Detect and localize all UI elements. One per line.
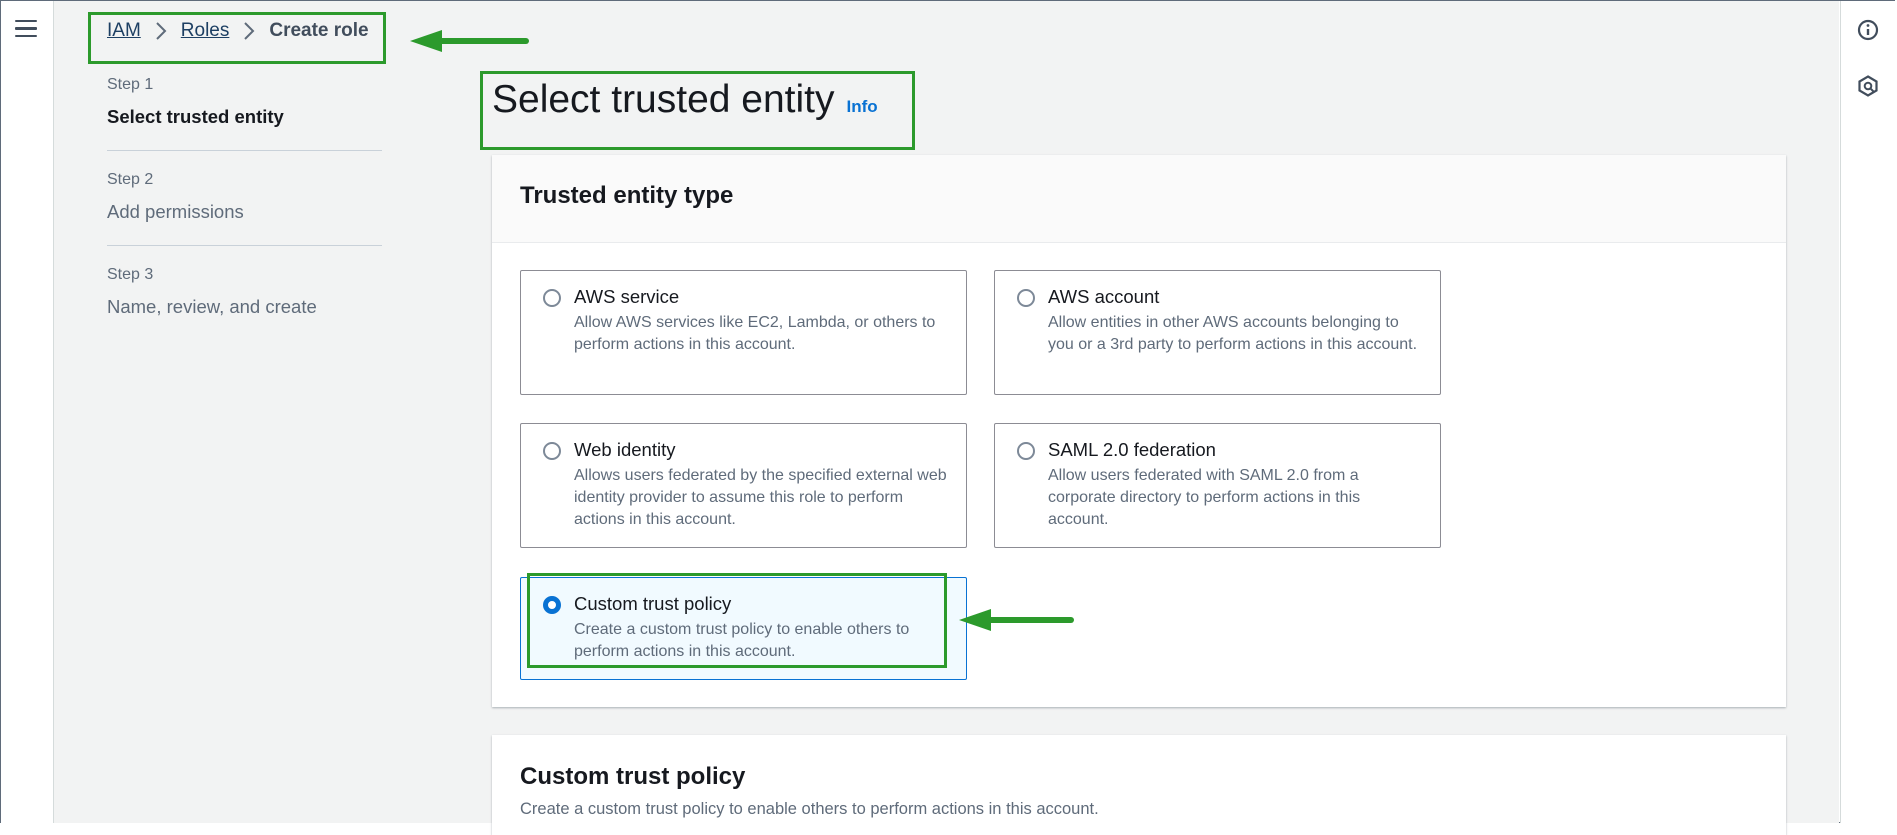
- step-number: Step 1: [107, 76, 154, 93]
- option-web-identity[interactable]: Web identity Allows users federated by t…: [520, 423, 967, 548]
- option-description: Allow AWS services like EC2, Lambda, or …: [574, 314, 936, 353]
- step-title: Add permissions: [107, 201, 244, 222]
- wizard-step-2[interactable]: Step 2 Add permissions: [107, 171, 382, 246]
- radio-button[interactable]: [543, 442, 561, 460]
- option-title: AWS service: [574, 286, 680, 307]
- option-description: Allow users federated with SAML 2.0 from…: [1048, 467, 1361, 528]
- radio-button[interactable]: [1017, 442, 1035, 460]
- panel-description: Create a custom trust policy to enable o…: [520, 800, 1099, 818]
- option-title: AWS account: [1048, 286, 1160, 307]
- info-circle-icon[interactable]: [1857, 19, 1879, 41]
- hamburger-menu-icon[interactable]: [15, 20, 37, 38]
- annotation-highlight-title: [480, 71, 915, 150]
- left-nav-rail: [1, 1, 54, 823]
- step-number: Step 3: [107, 266, 154, 283]
- option-title: SAML 2.0 federation: [1048, 439, 1216, 460]
- step-title: Select trusted entity: [107, 106, 284, 127]
- step-number: Step 2: [107, 171, 154, 188]
- option-description: Allows users federated by the specified …: [574, 467, 947, 528]
- wizard-step-3[interactable]: Step 3 Name, review, and create: [107, 266, 382, 340]
- help-panel-icon[interactable]: [1857, 75, 1879, 97]
- annotation-highlight-breadcrumb: [88, 12, 386, 64]
- annotation-arrow-icon: [410, 30, 529, 52]
- option-title: Web identity: [574, 439, 676, 460]
- custom-trust-policy-panel: Custom trust policy Create a custom trus…: [492, 735, 1786, 835]
- radio-button[interactable]: [543, 289, 561, 307]
- annotation-highlight-custom-option: [527, 573, 947, 668]
- step-title: Name, review, and create: [107, 296, 317, 317]
- right-utility-rail: [1840, 1, 1895, 823]
- option-saml-federation[interactable]: SAML 2.0 federation Allow users federate…: [994, 423, 1441, 548]
- radio-button[interactable]: [1017, 289, 1035, 307]
- panel-title: Custom trust policy: [520, 763, 746, 790]
- wizard-steps: Step 1 Select trusted entity Step 2 Add …: [107, 76, 382, 360]
- option-description: Allow entities in other AWS accounts bel…: [1048, 314, 1418, 353]
- annotation-arrow-icon: [959, 609, 1074, 631]
- option-aws-service[interactable]: AWS service Allow AWS services like EC2,…: [520, 270, 967, 395]
- option-aws-account[interactable]: AWS account Allow entities in other AWS …: [994, 270, 1441, 395]
- panel-title: Trusted entity type: [520, 182, 734, 209]
- wizard-step-1[interactable]: Step 1 Select trusted entity: [107, 76, 382, 151]
